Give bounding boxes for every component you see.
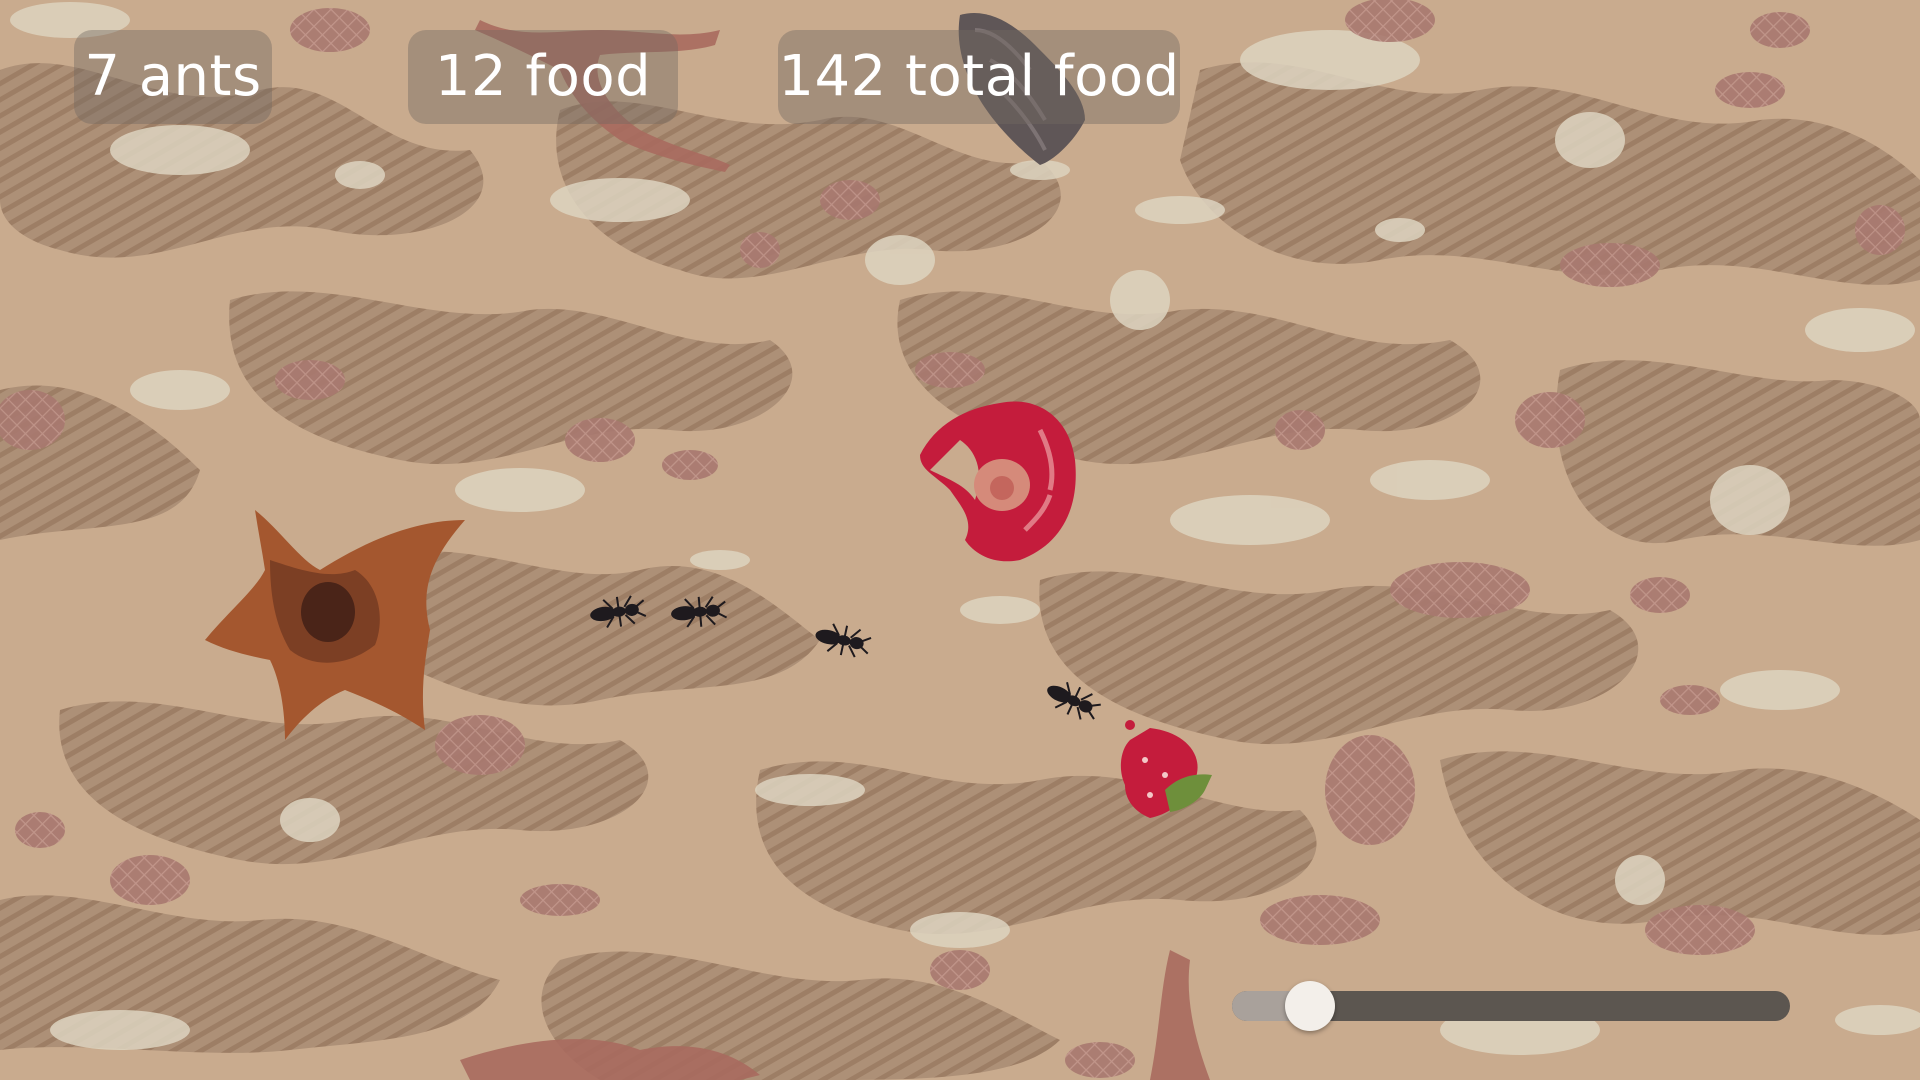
speed-slider-handle[interactable] <box>1285 981 1336 1031</box>
food-count-label: 12 food <box>408 30 678 124</box>
speed-slider[interactable] <box>1232 981 1790 1031</box>
sand-ground <box>0 0 1920 1080</box>
ants-count-label: 7 ants <box>74 30 272 124</box>
total-food-label: 142 total food <box>778 30 1180 124</box>
game-world[interactable]: 7 ants 12 food 142 total food <box>0 0 1920 1080</box>
